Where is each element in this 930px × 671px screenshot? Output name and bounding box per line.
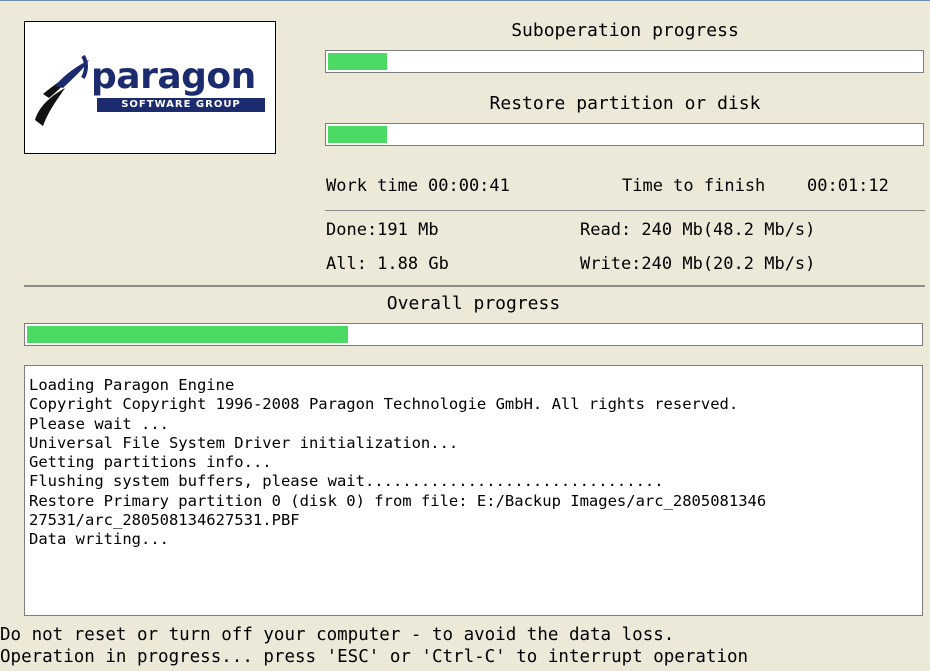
time-to-finish-label: Time to finish <box>622 176 766 196</box>
log-line: Restore Primary partition 0 (disk 0) fro… <box>29 491 767 510</box>
suboperation-progress-label: Suboperation progress <box>511 20 739 41</box>
log-line: Universal File System Driver initializat… <box>29 433 459 452</box>
stats-divider <box>325 210 925 211</box>
log-line: Please wait ... <box>29 414 169 433</box>
window-top-border <box>0 0 930 1</box>
overall-progress-bar <box>24 323 923 346</box>
restore-progress-fill <box>328 126 387 143</box>
warning-message: Do not reset or turn off your computer -… <box>0 625 675 645</box>
work-time-label: Work time <box>326 176 419 196</box>
restore-progress-label: Restore partition or disk <box>489 93 761 114</box>
done-stat: Done:191 Mb <box>326 220 439 240</box>
status-message: Operation in progress... press 'ESC' or … <box>0 647 749 667</box>
time-to-finish-value: 00:01:12 <box>807 176 889 196</box>
log-line: Flushing system buffers, please wait....… <box>29 472 664 491</box>
suboperation-progress-fill <box>328 53 387 70</box>
logo-brand-text: paragon <box>91 56 256 97</box>
restore-progress-bar <box>325 123 924 146</box>
log-line: Copyright Copyright 1996-2008 Paragon Te… <box>29 395 739 414</box>
work-time-value: 00:00:41 <box>428 176 510 196</box>
log-line: 27531/arc_280508134627531.PBF <box>29 511 300 530</box>
overall-progress-fill <box>27 326 348 343</box>
write-stat: Write:240 Mb(20.2 Mb/s) <box>580 254 816 274</box>
paragon-logo: paragon SOFTWARE GROUP <box>24 21 276 154</box>
log-line: Data writing... <box>29 530 169 549</box>
logo-subtitle: SOFTWARE GROUP <box>97 98 265 112</box>
all-stat: All: 1.88 Gb <box>326 254 449 274</box>
log-output: Loading Paragon Engine Copyright Copyrigh… <box>24 365 923 616</box>
overall-divider <box>24 285 925 287</box>
log-line: Loading Paragon Engine <box>29 376 235 394</box>
read-stat: Read: 240 Mb(48.2 Mb/s) <box>580 220 816 240</box>
overall-progress-label: Overall progress <box>386 293 561 314</box>
log-line: Getting partitions info... <box>29 453 272 472</box>
suboperation-progress-bar <box>325 50 924 73</box>
